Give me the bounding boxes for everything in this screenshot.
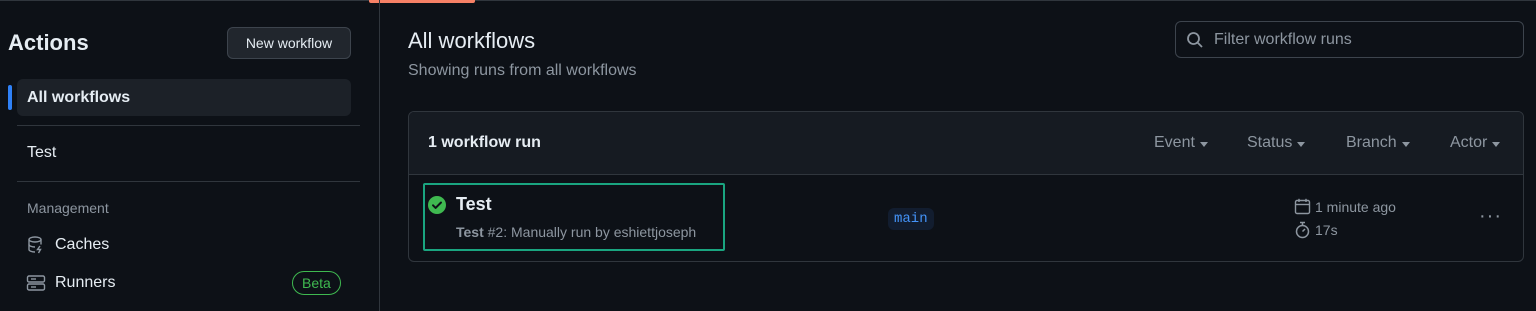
time-ago-text: 1 minute ago xyxy=(1315,198,1396,215)
page-title: All workflows xyxy=(408,28,536,53)
active-tab-indicator xyxy=(369,0,475,3)
check-circle-icon xyxy=(428,196,446,214)
management-section-label: Management xyxy=(27,200,109,216)
workflow-runs-list: 1 workflow run Event Status Branch Actor xyxy=(408,111,1524,262)
branch-filter-dropdown[interactable]: Branch xyxy=(1346,134,1410,152)
sidebar-item-label: Caches xyxy=(55,236,110,253)
sidebar-item-caches[interactable]: Caches xyxy=(26,232,109,258)
sidebar-item-runners[interactable]: Runners xyxy=(26,270,115,296)
sidebar-item-label: Runners xyxy=(55,274,116,291)
nav-divider xyxy=(17,181,360,182)
dropdown-label: Actor xyxy=(1450,134,1488,151)
page: Actions New workflow All workflows Test … xyxy=(0,0,1536,311)
table-row[interactable]: Test Test #2: Manually run by eshiettjos… xyxy=(409,175,1523,261)
beta-badge: Beta xyxy=(292,271,341,295)
chevron-down-icon xyxy=(1199,141,1208,147)
chevron-down-icon xyxy=(1401,141,1410,147)
run-duration: 17s xyxy=(1294,221,1338,239)
run-workflow-name: Test xyxy=(456,224,484,240)
branch-label[interactable]: main xyxy=(888,208,934,230)
chevron-down-icon xyxy=(1297,141,1306,147)
chevron-down-icon xyxy=(1492,141,1501,147)
active-nav-indicator xyxy=(8,85,12,110)
runs-list-header: 1 workflow run Event Status Branch Actor xyxy=(409,112,1523,175)
run-trigger-text: : Manually run by eshiettjoseph xyxy=(503,224,697,240)
duration-text: 17s xyxy=(1315,222,1338,238)
page-subtitle: Showing runs from all workflows xyxy=(408,62,637,79)
filter-workflow-runs-field[interactable] xyxy=(1175,21,1524,58)
sidebar-title: Actions xyxy=(8,30,89,55)
search-icon xyxy=(1186,31,1204,49)
event-filter-dropdown[interactable]: Event xyxy=(1154,134,1208,152)
filter-input[interactable] xyxy=(1214,30,1514,49)
new-workflow-button[interactable]: New workflow xyxy=(227,27,351,59)
run-meta: Test #2: Manually run by eshiettjoseph xyxy=(456,224,696,240)
run-number: #2 xyxy=(487,224,504,240)
nav-divider xyxy=(17,125,360,126)
sidebar: Actions New workflow All workflows Test … xyxy=(0,0,380,311)
dropdown-label: Branch xyxy=(1346,134,1397,151)
database-icon xyxy=(26,235,46,255)
calendar-icon xyxy=(1294,198,1311,215)
run-time-ago: 1 minute ago xyxy=(1294,198,1396,215)
kebab-menu-icon[interactable]: ··· xyxy=(1479,205,1502,228)
sidebar-item-test[interactable]: Test xyxy=(27,139,56,167)
actor-filter-dropdown[interactable]: Actor xyxy=(1450,134,1501,152)
runs-count: 1 workflow run xyxy=(428,134,541,151)
dropdown-label: Event xyxy=(1154,134,1195,151)
stopwatch-icon xyxy=(1294,221,1311,239)
dropdown-label: Status xyxy=(1247,134,1293,151)
server-icon xyxy=(26,273,46,293)
sidebar-item-all-workflows[interactable]: All workflows xyxy=(17,79,351,116)
run-title-link[interactable]: Test xyxy=(456,194,492,215)
status-filter-dropdown[interactable]: Status xyxy=(1247,134,1306,152)
